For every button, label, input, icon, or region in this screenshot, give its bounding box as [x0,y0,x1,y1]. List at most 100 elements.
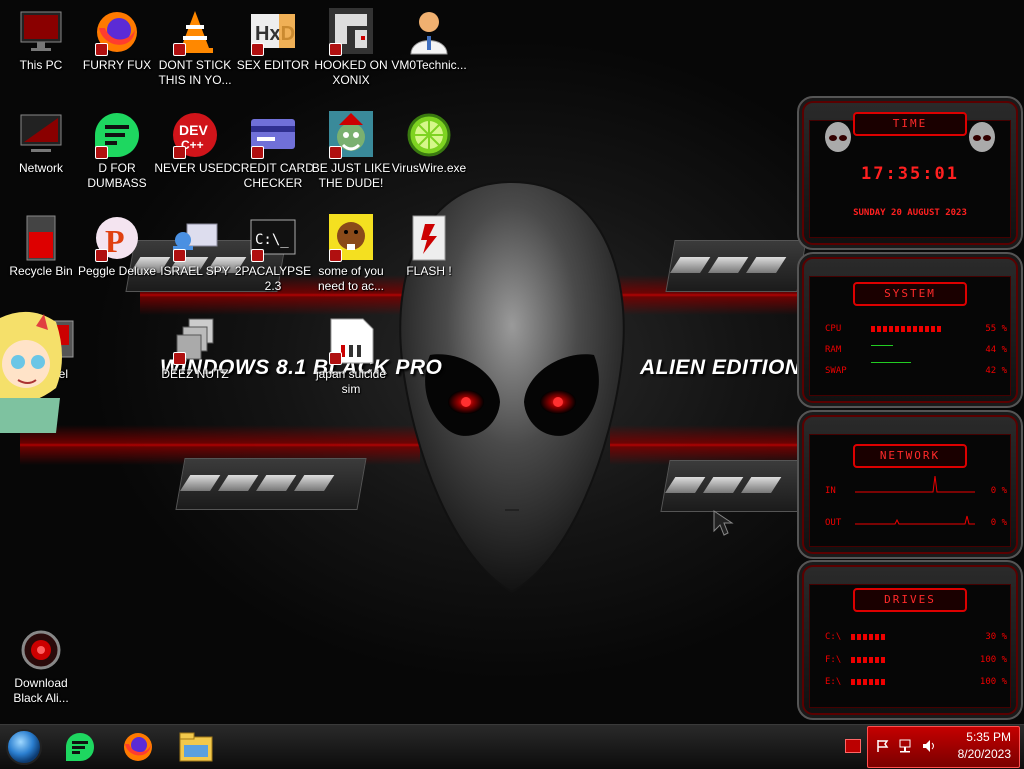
time-widget-clock: 17:35:01 [861,164,959,184]
desktop-icon-recycle-bin[interactable]: Recycle Bin [0,214,82,279]
dev-cpp-icon: DEV C++ [171,111,219,159]
peggle-icon: P [93,214,141,262]
drive-e-usage-bar [851,679,885,685]
network-icon [17,111,65,159]
ram-row: RAM 44 % [825,345,1007,355]
drive-f-row: F:\ 100 % [825,655,1007,665]
desktop-icon-deez-nutz[interactable]: DEEZ NUTZ [154,317,236,382]
system-widget: SYSTEM CPU 55 % RAM 44 % SWAP 42 % [797,252,1023,408]
shortcut-badge-icon [329,249,342,262]
desktop-icon-hooked-on-xonix[interactable]: HOOKED ON XONIX [310,8,392,88]
network-status-icon[interactable] [898,739,912,753]
shortcut-badge-icon [173,249,186,262]
network-in-row: IN 0 % [825,475,1007,496]
desktop-icon-flash[interactable]: FLASH ! [388,214,470,279]
shortcut-badge-icon [95,43,108,56]
doctor-avatar-icon [405,8,453,56]
volume-icon[interactable] [922,739,936,753]
desktop-icon-furry-fux[interactable]: FURRY FUX [76,8,158,73]
svg-text:C:\_: C:\_ [255,232,289,248]
drives-widget-title: DRIVES [853,588,967,612]
time-widget: TIME 17:35:01 SUNDAY 20 AUGUST 2023 [797,96,1023,250]
shortcut-badge-icon [329,352,342,365]
desktop-icon-sex-editor[interactable]: HxD SEX EDITOR [232,8,314,73]
vlc-cone-icon [171,8,219,56]
network-widget: NETWORK IN 0 % OUT 0 % [797,410,1023,559]
credit-card-icon [249,111,297,159]
drive-e-row: E:\ 100 % [825,677,1007,687]
swap-usage-bar [871,362,911,363]
show-hidden-icons-button[interactable] [845,739,861,753]
network-out-graph [855,515,975,525]
spy-terminal-icon [171,214,219,262]
network-in-graph [855,475,975,493]
shortcut-badge-icon [329,43,342,56]
beaver-icon [327,214,375,262]
shortcut-badge-icon [173,146,186,159]
drive-c-row: C:\ 30 % [825,632,1007,642]
taskbar-chat-app[interactable] [58,729,102,765]
network-out-row: OUT 0 % [825,515,1007,528]
taskbar-file-explorer[interactable] [174,729,218,765]
start-orb-icon [6,729,42,765]
desktop-icon-never-used[interactable]: DEV C++ NEVER USED! [154,111,236,176]
desktop-icon-israel-spy[interactable]: ISRAEL SPY [154,214,236,279]
desktop-icon-dont-stick[interactable]: DONT STICK THIS IN YO... [154,8,236,88]
desktop-icon-japan-suicide-sim[interactable]: japan suicide sim [310,317,392,397]
desktop-icon-2pacalypse[interactable]: C:\_ 2PACALYPSE 2.3 [232,214,314,294]
drive-c-usage-bar [851,634,885,640]
shortcut-badge-icon [251,146,264,159]
action-center-flag-icon[interactable] [876,739,890,753]
console-icon: C:\_ [249,214,297,262]
hxd-icon: HxD [249,8,297,56]
desktop-icon-be-just-like-the-dude[interactable]: BE JUST LIKE THE DUDE! [310,111,392,191]
lime-icon [405,111,453,159]
desktop-icon-d-for-dumbass[interactable]: D FOR DUMBASS [76,111,158,191]
stacked-windows-icon [171,317,219,365]
flash-icon [405,214,453,262]
desktop-icon-viruswire[interactable]: VirusWire.exe [388,111,470,176]
alien-logo-icon [969,122,995,152]
desktop-icon-vm0technic[interactable]: VM0Technic... [388,8,470,73]
taskbar-clock[interactable]: 5:35 PM 8/20/2023 [958,729,1011,763]
network-widget-title: NETWORK [853,444,967,468]
time-widget-date: SUNDAY 20 AUGUST 2023 [853,208,967,218]
drive-f-usage-bar [851,657,885,663]
shortcut-badge-icon [173,352,186,365]
desktop-icon-some-of-you[interactable]: some of you need to ac... [310,214,392,294]
shortcut-badge-icon [251,43,264,56]
clock-time: 5:35 PM [966,730,1011,744]
xonix-game-icon [327,8,375,56]
cartoon-character-sticker [0,311,62,433]
drives-widget: DRIVES C:\ 30 % F:\ 100 % E:\ 100 % [797,560,1023,720]
shortcut-badge-icon [329,146,342,159]
shortcut-badge-icon [95,146,108,159]
cpu-usage-bar [871,326,941,332]
time-widget-title: TIME [853,112,967,136]
desktop-icon-download-black-alien[interactable]: Download Black Ali... [0,626,82,706]
start-button[interactable] [2,729,46,765]
taskbar-firefox[interactable] [116,729,160,765]
ram-usage-bar [871,345,893,346]
system-tray: 5:35 PM 8/20/2023 [867,726,1020,768]
alien-download-icon [17,626,65,674]
document-icon [327,317,375,365]
desktop[interactable]: WINDOWS 8.1 BLACK PRO ALIEN EDITION 20 T… [0,0,1024,724]
system-widget-title: SYSTEM [853,282,967,306]
shortcut-badge-icon [251,249,264,262]
desktop-icon-this-pc[interactable]: This PC [0,8,82,73]
desktop-icon-network[interactable]: Network [0,111,82,176]
svg-text:DEV: DEV [179,122,208,138]
green-chat-icon [93,111,141,159]
mouse-cursor-icon [713,510,734,536]
file-explorer-icon [179,732,213,762]
desktop-icon-credit-card-checker[interactable]: CREDIT CARD CHECKER [232,111,314,191]
firefox-icon [93,8,141,56]
monitor-icon [17,8,65,56]
desktop-icon-peggle-deluxe[interactable]: P Peggle Deluxe [76,214,158,279]
shortcut-badge-icon [173,43,186,56]
shortcut-badge-icon [95,249,108,262]
cpu-row: CPU 55 % [825,324,1007,334]
recycle-bin-icon [17,214,65,262]
alien-logo-icon [825,122,851,152]
